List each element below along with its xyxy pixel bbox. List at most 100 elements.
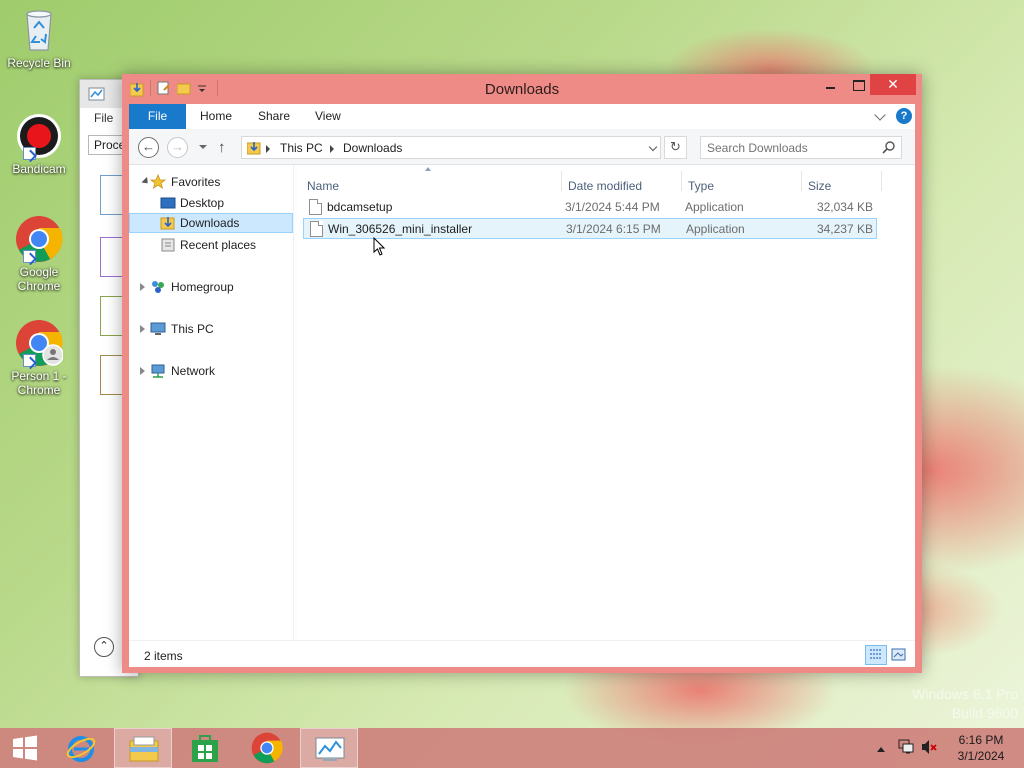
nav-item-label: Desktop bbox=[180, 196, 225, 210]
window-title: Downloads bbox=[484, 81, 560, 98]
up-one-level-button[interactable]: ↑ bbox=[218, 139, 226, 156]
collapsed-chevron-icon[interactable] bbox=[140, 367, 145, 375]
refresh-button[interactable]: ↻ bbox=[664, 136, 687, 159]
recycle-bin-icon bbox=[15, 6, 63, 54]
shortcut-arrow-icon bbox=[23, 250, 36, 263]
column-divider[interactable] bbox=[681, 171, 682, 191]
downloads-folder-icon bbox=[160, 215, 176, 231]
file-row[interactable]: bdcamsetup 3/1/2024 5:44 PM Application … bbox=[303, 197, 877, 218]
start-button[interactable] bbox=[0, 728, 58, 768]
taskbar-store[interactable] bbox=[176, 728, 234, 768]
desktop-icon-bandicam[interactable]: Bandicam bbox=[4, 112, 74, 176]
tab-share[interactable]: Share bbox=[258, 104, 290, 129]
taskbar: 6:16 PM 3/1/2024 bbox=[0, 728, 1024, 768]
nav-item-label: Downloads bbox=[180, 216, 240, 230]
taskbar-internet-explorer[interactable] bbox=[52, 728, 110, 768]
bandicam-icon bbox=[15, 112, 63, 160]
title-bar[interactable]: Downloads ✕ bbox=[122, 74, 922, 104]
close-button[interactable]: ✕ bbox=[870, 74, 916, 95]
nav-this-pc[interactable]: This PC bbox=[129, 319, 293, 339]
refresh-icon: ↻ bbox=[670, 139, 681, 154]
tab-view[interactable]: View bbox=[315, 104, 341, 129]
file-date: 3/1/2024 6:15 PM bbox=[566, 222, 661, 236]
show-hidden-icons-button[interactable] bbox=[876, 742, 886, 756]
nav-item-recent-places[interactable]: Recent places bbox=[129, 235, 293, 255]
column-divider[interactable] bbox=[561, 171, 562, 191]
application-file-icon bbox=[309, 199, 322, 215]
collapsed-chevron-icon[interactable] bbox=[140, 325, 145, 333]
nav-favorites[interactable]: Favorites bbox=[129, 172, 293, 192]
volume-button[interactable] bbox=[921, 739, 939, 758]
navigation-pane: Favorites Desktop Downloads Recent place… bbox=[129, 165, 293, 640]
tab-file[interactable]: File bbox=[129, 104, 186, 129]
search-input[interactable] bbox=[707, 140, 877, 156]
chrome-profile-icon bbox=[15, 319, 64, 367]
nav-item-desktop[interactable]: Desktop bbox=[129, 193, 293, 213]
explorer-window[interactable]: Downloads ✕ File Home Share View ? ← → ↑… bbox=[122, 74, 922, 673]
tab-home[interactable]: Home bbox=[200, 104, 232, 129]
chrome-icon bbox=[15, 215, 63, 263]
taskbar-task-manager[interactable] bbox=[300, 728, 358, 768]
breadcrumb-chevron-icon[interactable] bbox=[330, 145, 334, 153]
expand-ribbon-icon[interactable] bbox=[874, 109, 886, 121]
back-button[interactable]: ← bbox=[138, 137, 159, 158]
column-header-name[interactable]: Name bbox=[307, 165, 339, 195]
breadcrumb-chevron-icon[interactable] bbox=[266, 145, 270, 153]
nav-homegroup-label: Homegroup bbox=[171, 280, 234, 294]
column-divider[interactable] bbox=[801, 171, 802, 191]
help-icon[interactable]: ? bbox=[896, 108, 912, 124]
file-explorer-icon bbox=[129, 736, 159, 762]
recent-locations-dropdown[interactable] bbox=[199, 145, 207, 149]
mouse-cursor-icon bbox=[373, 237, 385, 256]
desktop-icon-person-1-chrome[interactable]: Person 1 - Chrome bbox=[4, 319, 74, 397]
column-header-type[interactable]: Type bbox=[688, 165, 714, 195]
taskbar-clock[interactable]: 6:16 PM 3/1/2024 bbox=[948, 732, 1014, 764]
store-icon bbox=[192, 735, 218, 762]
shortcut-arrow-icon bbox=[23, 354, 36, 367]
file-type: Application bbox=[686, 222, 745, 236]
column-divider[interactable] bbox=[881, 171, 882, 191]
nav-item-downloads[interactable]: Downloads bbox=[129, 213, 293, 233]
chevron-up-icon bbox=[877, 747, 885, 752]
address-bar[interactable]: This PC Downloads bbox=[241, 136, 661, 159]
maximize-button[interactable] bbox=[844, 74, 872, 95]
nav-network-label: Network bbox=[171, 364, 216, 378]
network-icon bbox=[150, 363, 166, 379]
file-name: Win_306526_mini_installer bbox=[328, 222, 473, 236]
forward-button[interactable]: → bbox=[167, 137, 188, 158]
file-name: bdcamsetup bbox=[327, 200, 393, 214]
navigation-bar: ← → ↑ This PC Downloads ↻ bbox=[129, 129, 915, 165]
desktop-icon-label: Google Chrome bbox=[17, 265, 61, 293]
large-icons-view-button[interactable] bbox=[888, 645, 910, 665]
file-list: Name Date modified Type Size bdcamsetup … bbox=[297, 165, 915, 640]
close-icon: ✕ bbox=[887, 76, 899, 92]
application-file-icon bbox=[310, 221, 323, 237]
file-type: Application bbox=[685, 200, 744, 214]
search-icon[interactable] bbox=[882, 140, 896, 157]
breadcrumb-this-pc[interactable]: This PC bbox=[280, 141, 323, 155]
search-box[interactable] bbox=[700, 136, 902, 159]
fewer-details-button[interactable]: ⌃ bbox=[94, 637, 114, 657]
column-header-size[interactable]: Size bbox=[808, 165, 831, 195]
nav-this-pc-label: This PC bbox=[171, 322, 214, 336]
desktop-icon-google-chrome[interactable]: Google Chrome bbox=[4, 215, 74, 293]
task-manager-icon bbox=[88, 87, 105, 101]
watermark-build: Build 9600 bbox=[951, 705, 1018, 721]
nav-network[interactable]: Network bbox=[129, 361, 293, 381]
details-view-button[interactable] bbox=[865, 645, 887, 665]
desktop-icon-label: Recycle Bin bbox=[7, 56, 71, 70]
collapsed-chevron-icon[interactable] bbox=[140, 283, 145, 291]
nav-homegroup[interactable]: Homegroup bbox=[129, 277, 293, 297]
taskbar-chrome[interactable] bbox=[238, 728, 296, 768]
breadcrumb-downloads[interactable]: Downloads bbox=[343, 141, 402, 155]
file-row-selected[interactable]: Win_306526_mini_installer 3/1/2024 6:15 … bbox=[303, 218, 877, 239]
desktop-icon-label: Person 1 - Chrome bbox=[11, 369, 67, 397]
desktop-icon-recycle-bin[interactable]: Recycle Bin bbox=[4, 6, 74, 70]
address-dropdown-icon[interactable] bbox=[648, 142, 658, 152]
status-bar: 2 items bbox=[129, 640, 915, 667]
chevron-up-icon: ⌃ bbox=[99, 640, 109, 652]
taskbar-file-explorer[interactable] bbox=[114, 728, 172, 768]
network-status-button[interactable] bbox=[897, 739, 915, 758]
minimize-button[interactable] bbox=[816, 74, 844, 95]
column-header-date-modified[interactable]: Date modified bbox=[568, 165, 642, 195]
